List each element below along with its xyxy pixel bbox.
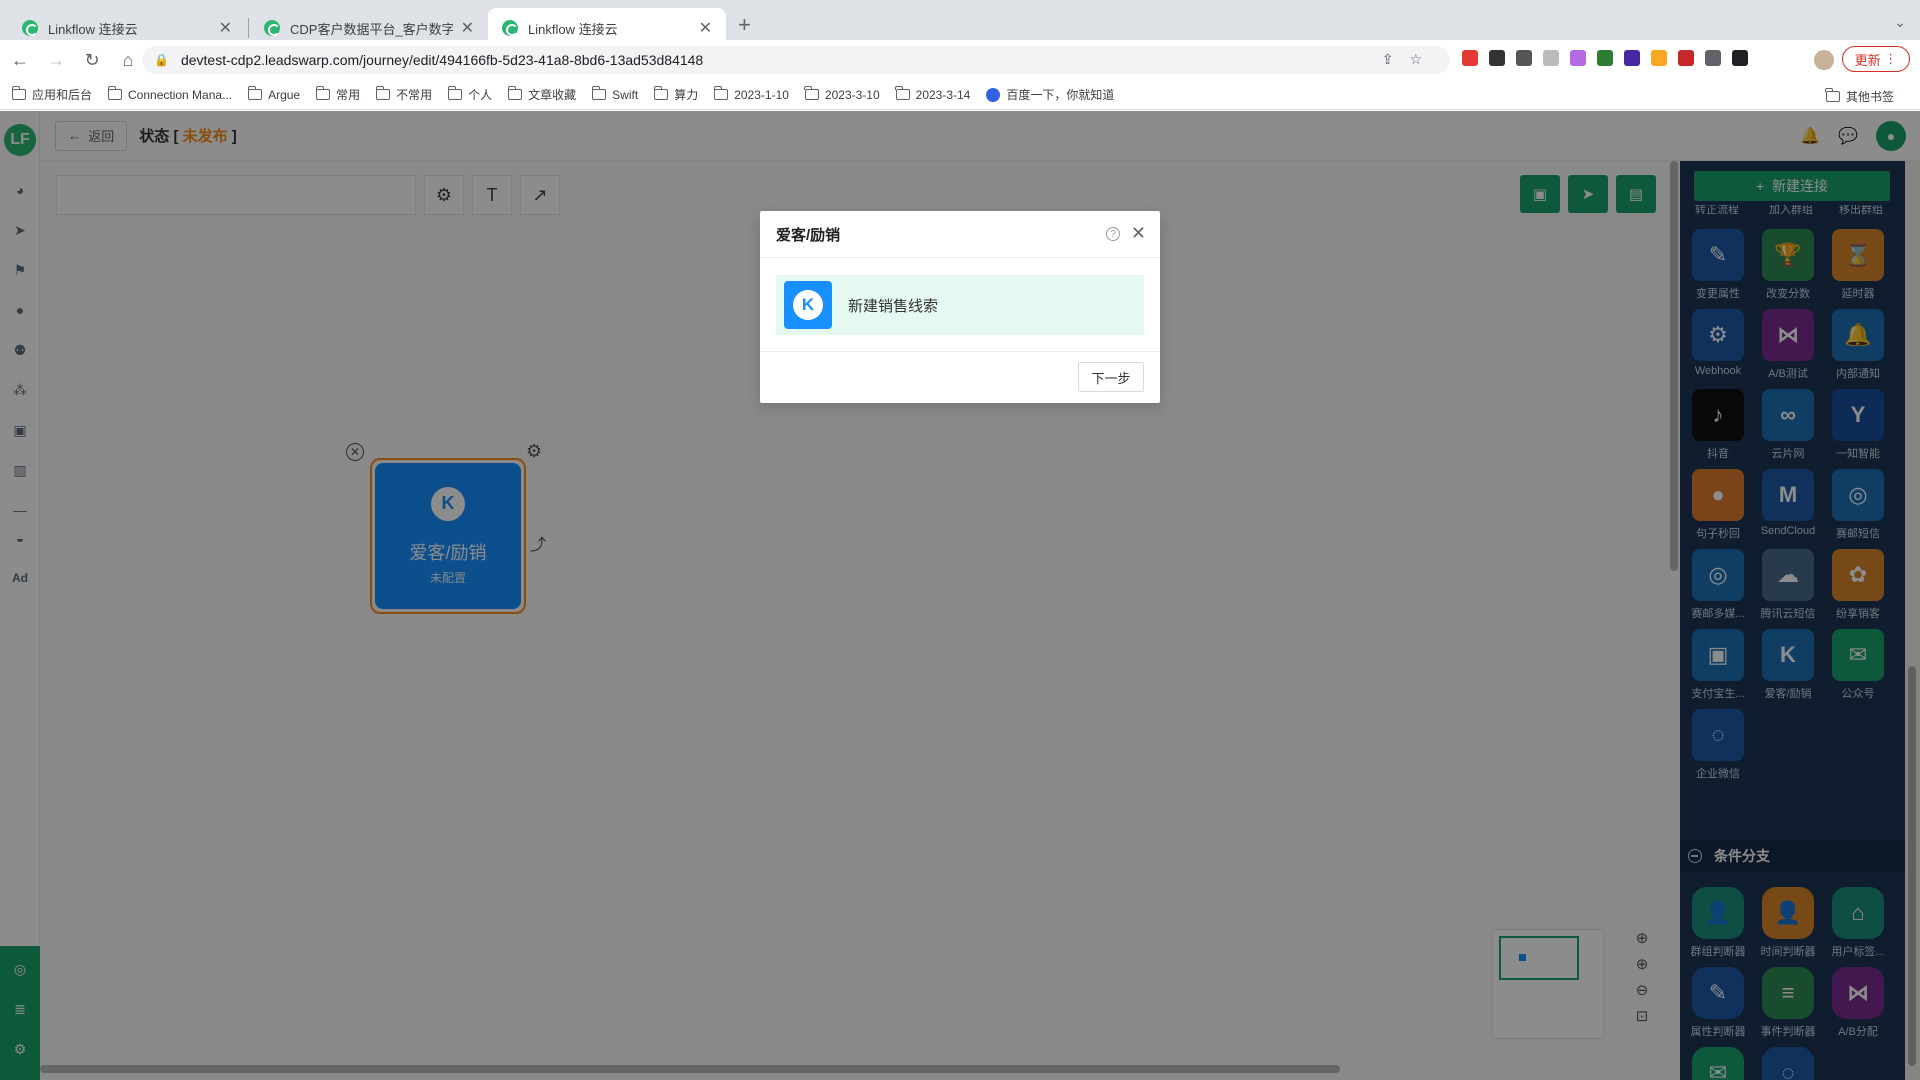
extension-icon[interactable] [1516, 50, 1532, 66]
bookmark-item[interactable]: 文章收藏 [507, 86, 577, 103]
aike-modal: 爱客/励销 ? ✕ K 新建销售线索 下一步 [760, 211, 1160, 403]
folder-icon [591, 86, 607, 100]
bookmark-label: 算力 [674, 88, 699, 102]
extension-icon[interactable] [1624, 50, 1640, 66]
browser-toolbar: ← → ↻ ⌂ 🔒 devtest-cdp2.leadswarp.com/jou… [0, 40, 1920, 80]
tab-separator [248, 18, 249, 38]
bookmark-item[interactable]: 常用 [315, 86, 361, 103]
help-icon[interactable]: ? [1106, 227, 1120, 241]
folder-icon [507, 86, 523, 100]
update-label: 更新 [1854, 52, 1881, 68]
bookmark-item[interactable]: Swift [591, 86, 639, 102]
next-step-button[interactable]: 下一步 [1078, 362, 1144, 392]
new-tab-button[interactable]: + [738, 12, 751, 38]
tab-search-chevron-icon[interactable]: ⌄ [1894, 14, 1906, 31]
bookmark-item[interactable]: 2023-3-14 [895, 86, 971, 102]
option-label: 新建销售线索 [848, 297, 939, 315]
extension-icon[interactable] [1543, 50, 1559, 66]
extension-icon[interactable] [1489, 50, 1505, 66]
bookmark-label: Connection Mana... [128, 87, 233, 102]
linkflow-favicon-icon [264, 20, 280, 36]
forward-arrow-icon[interactable]: → [40, 44, 72, 76]
folder-icon [315, 86, 331, 100]
folder-icon [653, 86, 669, 100]
modal-title: 爱客/励销 [760, 211, 1160, 258]
bookmark-item[interactable]: 百度一下，你就知道 [986, 86, 1114, 103]
bookmark-item[interactable]: Connection Mana... [107, 86, 233, 102]
folder-icon [895, 86, 910, 100]
tab-title: Linkflow 连接云 [528, 21, 618, 37]
folder-icon [375, 86, 391, 100]
extension-icon[interactable] [1462, 50, 1478, 66]
aike-logo-glyph: K [793, 290, 823, 320]
tab-close-icon[interactable]: ✕ [699, 18, 712, 38]
folder-icon [713, 86, 729, 100]
bookmark-label: Argue [268, 87, 301, 102]
sidebar-icon[interactable] [1732, 50, 1748, 66]
lock-icon: 🔒 [154, 53, 169, 67]
folder-icon [107, 86, 123, 100]
aike-logo-icon: K [784, 281, 832, 329]
share-star-icons[interactable]: ⇪☆ [1382, 51, 1438, 68]
bookmark-label: 其他书签 [1845, 90, 1894, 104]
bookmark-item[interactable]: 应用和后台 [11, 86, 93, 103]
baidu-paw-icon [986, 87, 1001, 102]
close-icon[interactable]: ✕ [1131, 223, 1146, 244]
tab-title: CDP客户数据平台_客户数字化全 [290, 21, 453, 37]
bookmark-item[interactable]: 2023-3-10 [804, 86, 880, 102]
update-button[interactable]: 更新 ⋮ [1842, 46, 1910, 72]
folder-icon [804, 86, 819, 100]
profile-avatar[interactable] [1814, 50, 1834, 70]
bookmark-label: 常用 [336, 88, 361, 102]
puzzle-icon[interactable] [1705, 50, 1721, 66]
extension-icon[interactable] [1570, 50, 1586, 66]
linkflow-favicon-icon [502, 20, 518, 36]
folder-icon [1825, 88, 1840, 102]
modal-footer: 下一步 [760, 351, 1160, 403]
folder-icon [11, 86, 26, 100]
bookmark-label: 2023-1-10 [734, 87, 789, 102]
bookmarks-bar: 应用和后台 Connection Mana... Argue 常用 不常用 个人… [0, 80, 1920, 110]
bookmark-label: 应用和后台 [32, 88, 93, 102]
reload-icon[interactable]: ↻ [76, 44, 108, 76]
bookmark-label: 不常用 [396, 88, 433, 102]
extension-icon[interactable] [1597, 50, 1613, 66]
extension-icons [1462, 50, 1748, 66]
bookmark-item[interactable]: 算力 [653, 86, 699, 103]
bookmark-label: 个人 [468, 88, 493, 102]
bookmark-label: 2023-3-14 [915, 87, 971, 102]
bookmark-label: 2023-3-10 [824, 87, 880, 102]
address-bar[interactable]: 🔒 devtest-cdp2.leadswarp.com/journey/edi… [142, 46, 1450, 74]
folder-icon [247, 86, 263, 100]
option-new-sales-lead[interactable]: K 新建销售线索 [776, 275, 1144, 335]
tab-close-icon[interactable]: ✕ [219, 18, 232, 38]
bookmark-item[interactable]: 不常用 [375, 86, 433, 103]
bookmark-item[interactable]: 个人 [447, 86, 493, 103]
home-icon[interactable]: ⌂ [112, 44, 144, 76]
bookmark-item[interactable]: Argue [247, 86, 301, 102]
bookmark-label: 文章收藏 [528, 88, 577, 102]
bookmark-label: Swift [612, 87, 639, 102]
bookmark-item[interactable]: 2023-1-10 [713, 86, 789, 102]
linkflow-favicon-icon [22, 20, 38, 36]
back-arrow-icon[interactable]: ← [4, 44, 36, 76]
bookmark-label: 百度一下，你就知道 [1006, 88, 1115, 102]
url-text: devtest-cdp2.leadswarp.com/journey/edit/… [180, 52, 704, 68]
extension-icon[interactable] [1651, 50, 1667, 66]
other-bookmarks[interactable]: 其他书签 [1825, 88, 1894, 105]
tab-close-icon[interactable]: ✕ [461, 18, 474, 38]
tab-title: Linkflow 连接云 [48, 21, 138, 37]
extension-icon[interactable] [1678, 50, 1694, 66]
folder-icon [447, 86, 463, 100]
